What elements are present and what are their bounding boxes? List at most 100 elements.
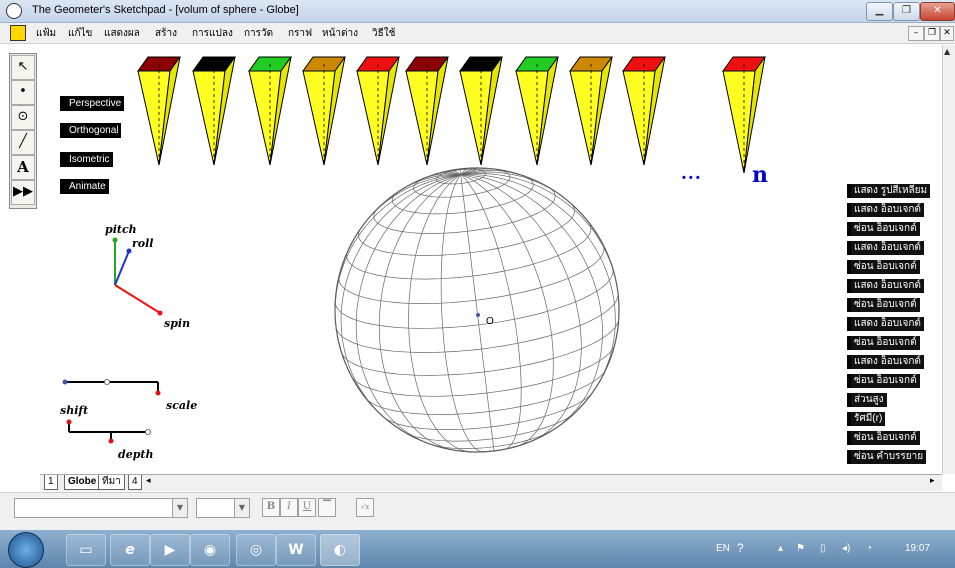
network-icon[interactable]: ◔ xyxy=(866,543,872,554)
orthogonal-button[interactable]: Orthogonal xyxy=(60,123,122,138)
flag-icon[interactable]: ⚑ xyxy=(796,543,805,554)
sketch-canvas[interactable]: Perspective Orthogonal Isometric Animate… xyxy=(40,45,942,474)
menu-transform[interactable]: การแปลง xyxy=(192,26,233,41)
wedge xyxy=(192,56,236,166)
font-size-dropdown[interactable]: ▼ xyxy=(196,498,250,518)
globe-sphere xyxy=(334,167,620,453)
show-object-button-2[interactable]: แสดง อ็อบเจกต์ xyxy=(847,241,924,255)
word-icon[interactable]: W xyxy=(276,534,316,566)
math-format-icon[interactable]: √x xyxy=(356,498,374,517)
toolbox: ↖ • ⊙ ╱ A ▶▶ xyxy=(9,53,37,209)
mdi-restore-button[interactable]: ❐ xyxy=(924,26,940,41)
custom-tool-icon[interactable]: ▶▶ xyxy=(11,180,35,205)
hide-object-button-4[interactable]: ซ่อน อ็อบเจกต์ xyxy=(847,336,920,350)
bold-button[interactable]: B xyxy=(262,498,280,517)
menu-help[interactable]: วิธีใช้ xyxy=(372,26,395,41)
menu-bar: แฟ้ม แก้ไข แสดงผล สร้าง การแปลง การวัด ก… xyxy=(0,23,955,44)
show-object-button-4[interactable]: แสดง อ็อบเจกต์ xyxy=(847,317,924,331)
mdi-minimize-button[interactable]: – xyxy=(908,26,924,41)
height-button[interactable]: ส่วนสูง xyxy=(847,393,887,407)
hide-object-button-5[interactable]: ซ่อน อ็อบเจกต์ xyxy=(847,374,920,388)
arrow-icon[interactable]: ↖ xyxy=(11,55,35,80)
hide-object-button-2[interactable]: ซ่อน อ็อบเจกต์ xyxy=(847,260,920,274)
battery-icon[interactable]: ▯ xyxy=(820,543,826,554)
minimize-button[interactable]: ▁ xyxy=(866,2,893,21)
tab-thima[interactable]: ทีมา xyxy=(98,475,125,490)
spin-axis xyxy=(114,284,161,314)
tab-scroll-left-icon[interactable]: ◂ xyxy=(146,476,151,486)
point-icon[interactable]: • xyxy=(11,80,35,105)
n-label: n xyxy=(752,162,768,188)
document-icon[interactable] xyxy=(10,25,26,41)
language-indicator[interactable]: EN xyxy=(716,543,730,554)
roll-label: roll xyxy=(132,237,154,250)
internet-explorer-icon[interactable]: e xyxy=(110,534,150,566)
compass-icon[interactable]: ⊙ xyxy=(11,105,35,130)
color-button[interactable]: ▔ xyxy=(318,498,336,517)
hide-caption-button[interactable]: ซ่อน คำบรรยาย xyxy=(847,450,927,464)
shift-label: shift xyxy=(60,404,89,417)
status-bar xyxy=(0,520,955,530)
menu-measure[interactable]: การวัด xyxy=(244,26,273,41)
scale-slider-handle xyxy=(155,390,161,396)
menu-file[interactable]: แฟ้ม xyxy=(36,26,56,41)
windows-start-icon[interactable] xyxy=(8,532,44,568)
menu-edit[interactable]: แก้ไข xyxy=(68,26,92,41)
tab-1[interactable]: 1 xyxy=(44,475,58,490)
hscroll-right-icon[interactable]: ▸ xyxy=(930,476,935,486)
perspective-button[interactable]: Perspective xyxy=(60,96,125,111)
sketchpad-icon[interactable]: ◐ xyxy=(320,534,360,566)
wedge xyxy=(302,56,346,166)
wedge xyxy=(459,56,503,166)
text-icon[interactable]: A xyxy=(11,155,35,180)
tray-expand-icon[interactable]: ▴ xyxy=(778,543,783,554)
wedge xyxy=(622,56,666,166)
tab-4[interactable]: 4 xyxy=(128,475,142,490)
show-object-button-1[interactable]: แสดง อ็อบเจกต์ xyxy=(847,203,924,217)
media-player-icon[interactable]: ▶ xyxy=(150,534,190,566)
isometric-button[interactable]: Isometric xyxy=(60,152,113,167)
scale-slider-mid xyxy=(104,379,110,385)
wedge xyxy=(248,56,292,166)
straightedge-icon[interactable]: ╱ xyxy=(11,130,35,155)
menu-window[interactable]: หน้าต่าง xyxy=(322,26,358,41)
volume-icon[interactable]: ◂) xyxy=(842,543,850,554)
hide-object-button-1[interactable]: ซ่อน อ็อบเจกต์ xyxy=(847,222,920,236)
mdi-close-button[interactable]: ✕ xyxy=(940,26,954,41)
chrome-icon[interactable]: ◎ xyxy=(236,534,276,566)
show-object-button-5[interactable]: แสดง อ็อบเจกต์ xyxy=(847,355,924,369)
vertical-scrollbar[interactable]: ▲ xyxy=(942,45,955,474)
app-icon[interactable] xyxy=(6,3,22,19)
tab-globe[interactable]: Globe xyxy=(64,475,101,490)
wedge xyxy=(137,56,181,166)
menu-graph[interactable]: กราฟ xyxy=(288,26,312,41)
wedge-group xyxy=(137,56,766,174)
clock[interactable]: 19:07 xyxy=(905,543,930,554)
spin-label: spin xyxy=(164,317,191,330)
page-tab-bar: 1 Globe ทีมา 4 ◂ ▸ xyxy=(40,474,942,491)
underline-button[interactable]: U xyxy=(298,498,316,517)
wedge xyxy=(722,56,766,174)
chevron-down-icon: ▼ xyxy=(172,499,187,517)
italic-button[interactable]: I xyxy=(280,498,298,517)
scroll-up-icon[interactable]: ▲ xyxy=(944,47,950,56)
font-dropdown[interactable]: ▼ xyxy=(14,498,188,518)
radius-button[interactable]: รัศมี(r) xyxy=(847,412,886,426)
show-object-button-3[interactable]: แสดง อ็อบเจกต์ xyxy=(847,279,924,293)
animate-button[interactable]: Animate xyxy=(60,179,109,194)
close-button[interactable]: ✕ xyxy=(920,2,955,21)
menu-display[interactable]: แสดงผล xyxy=(104,26,140,41)
hide-object-button-3[interactable]: ซ่อน อ็อบเจกต์ xyxy=(847,298,920,312)
spin-point xyxy=(157,310,163,316)
wedge xyxy=(405,56,449,166)
shift-slider-handle xyxy=(66,419,72,425)
menu-construct[interactable]: สร้าง xyxy=(155,26,177,41)
scale-label: scale xyxy=(166,399,198,412)
paint-icon[interactable]: ◉ xyxy=(190,534,230,566)
restore-button[interactable]: ❐ xyxy=(893,2,920,21)
file-explorer-icon[interactable]: ▭ xyxy=(66,534,106,566)
show-quadrilateral-button[interactable]: แสดง รูปสี่เหลี่ยม xyxy=(847,184,931,198)
title-bar: The Geometer's Sketchpad - [volum of sph… xyxy=(0,0,955,23)
hide-object-button-6[interactable]: ซ่อน อ็อบเจกต์ xyxy=(847,431,920,445)
help-icon[interactable]: ? xyxy=(737,541,744,555)
